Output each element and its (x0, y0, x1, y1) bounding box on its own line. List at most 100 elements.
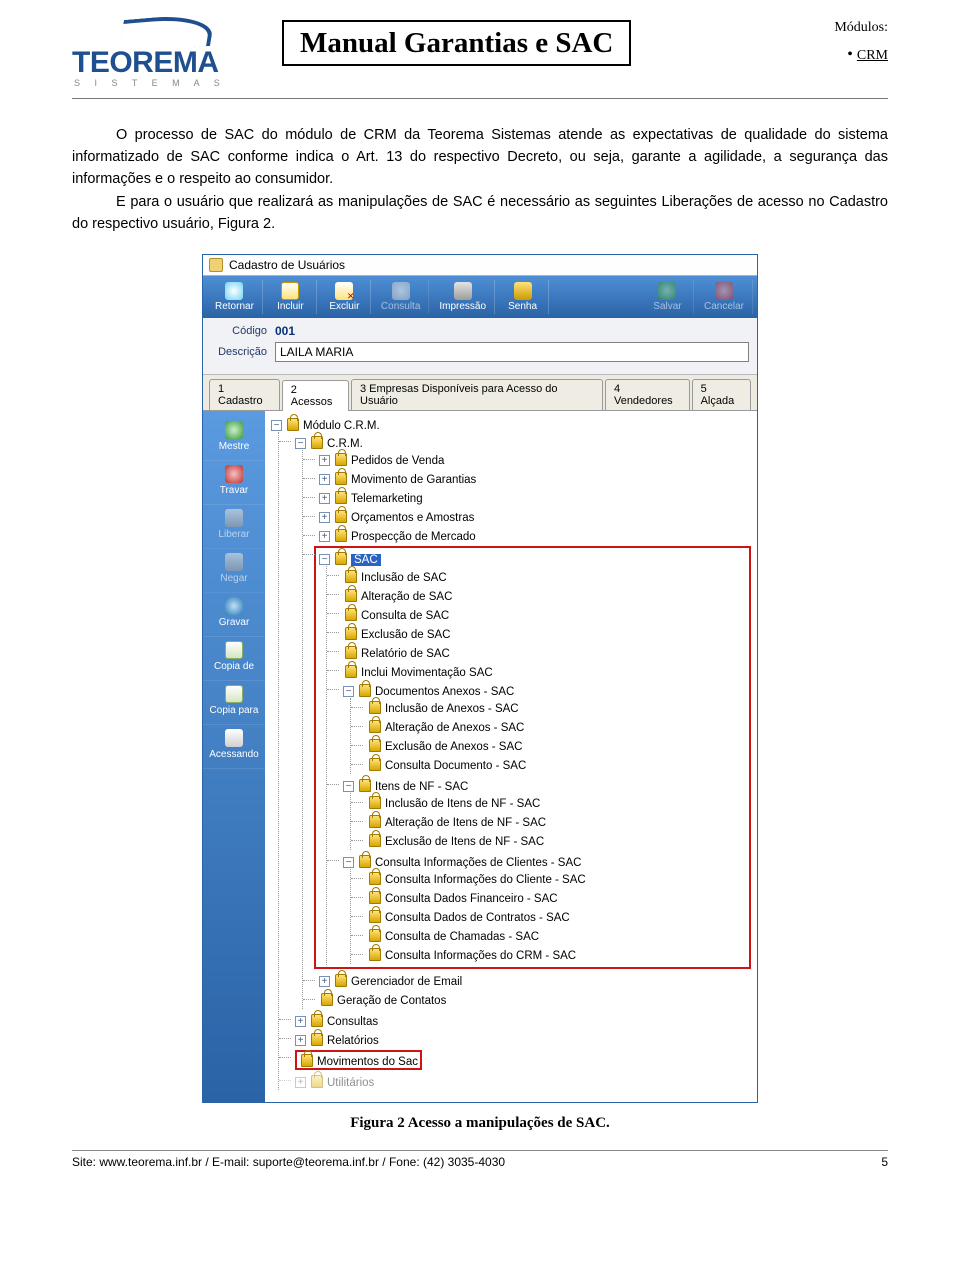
disk-icon (225, 597, 243, 615)
window-icon (209, 258, 223, 272)
page-header: TEOREMA S I S T E M A S Manual Garantias… (72, 20, 888, 99)
side-gravar-button[interactable]: Gravar (203, 593, 265, 637)
lock-icon (287, 418, 299, 431)
incluir-button[interactable]: Incluir (265, 280, 317, 314)
retornar-button[interactable]: Retornar (207, 280, 263, 314)
lock-icon (345, 570, 357, 583)
senha-button[interactable]: Senha (497, 280, 549, 314)
tree-item[interactable]: +Consultas (295, 1010, 751, 1029)
side-travar-button[interactable]: Travar (203, 461, 265, 505)
tree-item[interactable]: +Gerenciador de Email (319, 971, 751, 990)
expand-icon[interactable]: + (295, 1016, 306, 1027)
side-mestre-button[interactable]: Mestre (203, 417, 265, 461)
tree-item[interactable]: Alteração de SAC (343, 585, 746, 604)
expand-icon[interactable]: + (319, 455, 330, 466)
collapse-icon[interactable]: − (271, 420, 282, 431)
tree-item[interactable]: +Prospecção de Mercado (319, 526, 751, 545)
tab-alcada[interactable]: 5 Alçada (692, 379, 751, 410)
side-negar-button[interactable]: Negar (203, 549, 265, 593)
codigo-label: Código (211, 325, 267, 337)
collapse-icon[interactable]: − (343, 857, 354, 868)
tree-item[interactable]: Consulta Documento - SAC (367, 755, 746, 774)
tree-item[interactable]: Consulta Informações do CRM - SAC (367, 945, 746, 964)
tree-item[interactable]: Inclusão de SAC (343, 566, 746, 585)
tree-root[interactable]: −Módulo C.R.M. −C.R.M. +Pedidos de Venda… (271, 415, 751, 1092)
lock-icon (359, 779, 371, 792)
copy-to-icon (225, 685, 243, 703)
tree-item[interactable]: Inclusão de Anexos - SAC (367, 698, 746, 717)
expand-icon[interactable]: + (295, 1077, 306, 1088)
excluir-button[interactable]: Excluir (319, 280, 371, 314)
side-copiade-button[interactable]: Copia de (203, 637, 265, 681)
x-icon (225, 465, 243, 483)
collapse-icon[interactable]: − (343, 781, 354, 792)
expand-icon[interactable]: + (319, 976, 330, 987)
tree-item[interactable]: Alteração de Itens de NF - SAC (367, 812, 746, 831)
lock-icon (335, 974, 347, 987)
tree-sac-selected[interactable]: SAC (351, 554, 381, 566)
tree-movsac[interactable]: Movimentos do Sac (295, 1048, 751, 1071)
toolbar: Retornar Incluir Excluir Consulta Impres… (203, 276, 757, 318)
tree-item[interactable]: Relatório de SAC (343, 642, 746, 661)
collapse-icon[interactable]: − (319, 554, 330, 565)
collapse-icon[interactable]: − (343, 686, 354, 697)
tree-itensnf[interactable]: −Itens de NF - SAC Inclusão de Itens de … (343, 775, 746, 851)
tree-item[interactable]: Inclui Movimentação SAC (343, 661, 746, 680)
tree-item[interactable]: +Pedidos de Venda (319, 450, 751, 469)
form-area: Código 001 Descrição (203, 318, 757, 375)
access-tree[interactable]: −Módulo C.R.M. −C.R.M. +Pedidos de Venda… (265, 411, 757, 1102)
lock-icon (335, 529, 347, 542)
descricao-label: Descrição (211, 346, 267, 358)
tab-vendedores[interactable]: 4 Vendedores (605, 379, 690, 410)
salvar-button: Salvar (642, 280, 694, 314)
tree-item[interactable]: Exclusão de Itens de NF - SAC (367, 831, 746, 850)
tree-item[interactable]: Consulta Informações do Cliente - SAC (367, 869, 746, 888)
expand-icon[interactable]: + (295, 1035, 306, 1046)
logo-subtext: S I S T E M A S (74, 78, 226, 88)
lock-icon (311, 436, 323, 449)
lock-icon (335, 472, 347, 485)
tree-item[interactable]: +Orçamentos e Amostras (319, 507, 751, 526)
expand-icon[interactable]: + (319, 531, 330, 542)
lock-icon (369, 891, 381, 904)
tree-item[interactable]: Consulta Dados de Contratos - SAC (367, 907, 746, 926)
side-copiapara-button[interactable]: Copia para (203, 681, 265, 725)
tree-consinfo[interactable]: −Consulta Informações de Clientes - SAC … (343, 851, 746, 965)
tree-item[interactable]: Exclusão de Anexos - SAC (367, 736, 746, 755)
expand-icon[interactable]: + (319, 474, 330, 485)
tab-cadastro[interactable]: 1 Cadastro (209, 379, 280, 410)
expand-icon[interactable]: + (319, 493, 330, 504)
tree-item[interactable]: Consulta Dados Financeiro - SAC (367, 888, 746, 907)
lock-icon (311, 1033, 323, 1046)
app-screenshot: Cadastro de Usuários Retornar Incluir Ex… (202, 254, 758, 1103)
tree-item[interactable]: Exclusão de SAC (343, 623, 746, 642)
descricao-input[interactable] (275, 342, 749, 362)
tree-item[interactable]: +Utilitários (295, 1071, 751, 1090)
tree-item[interactable]: Consulta de Chamadas - SAC (367, 926, 746, 945)
paragraph-2: E para o usuário que realizará as manipu… (72, 192, 888, 236)
tab-empresas[interactable]: 3 Empresas Disponíveis para Acesso do Us… (351, 379, 603, 410)
tree-item[interactable]: +Telemarketing (319, 488, 751, 507)
lock-icon (369, 815, 381, 828)
page-footer: Site: www.teorema.inf.br / E-mail: supor… (72, 1155, 888, 1169)
tree-item[interactable]: Geração de Contatos (319, 990, 751, 1009)
side-acessando-button[interactable]: Acessando (203, 725, 265, 769)
collapse-icon[interactable]: − (295, 438, 306, 449)
expand-icon[interactable]: + (319, 512, 330, 523)
tree-item[interactable]: Inclusão de Itens de NF - SAC (367, 793, 746, 812)
logo: TEOREMA S I S T E M A S (72, 20, 272, 88)
tree-docanex[interactable]: −Documentos Anexos - SAC Inclusão de Ane… (343, 680, 746, 775)
lock-icon (369, 872, 381, 885)
lock-icon (369, 834, 381, 847)
tree-crm[interactable]: −C.R.M. +Pedidos de Venda +Movimento de … (295, 432, 751, 1010)
tree-item[interactable]: Consulta de SAC (343, 604, 746, 623)
tree-item[interactable]: Alteração de Anexos - SAC (367, 717, 746, 736)
impressao-button[interactable]: Impressão (431, 280, 495, 314)
modules-block: Módulos: CRM (834, 20, 888, 64)
side-liberar-button[interactable]: Liberar (203, 505, 265, 549)
figure-caption: Figura 2 Acesso a manipulações de SAC. (72, 1115, 888, 1132)
tab-acessos[interactable]: 2 Acessos (282, 380, 349, 411)
tree-item[interactable]: +Relatórios (295, 1029, 751, 1048)
add-icon (281, 282, 299, 300)
tree-item[interactable]: +Movimento de Garantias (319, 469, 751, 488)
